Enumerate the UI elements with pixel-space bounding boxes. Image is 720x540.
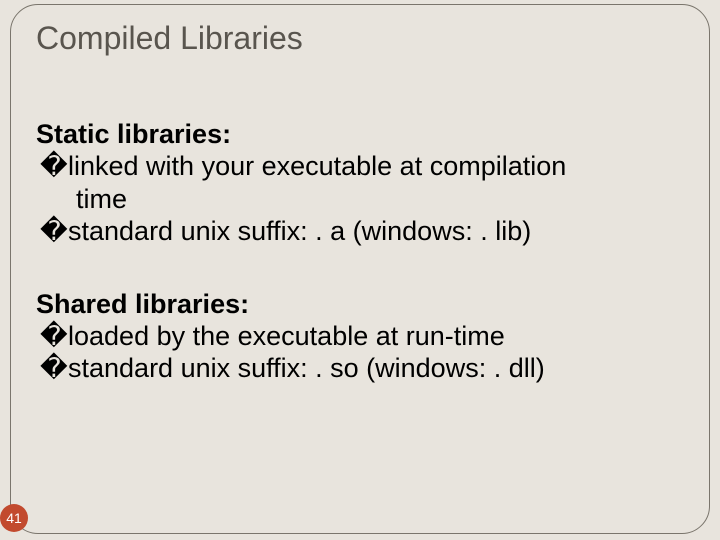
- bullet-item-cont: time: [36, 183, 680, 215]
- spacer: [36, 248, 680, 288]
- bullet-item: �standard unix suffix: . so (windows: . …: [36, 352, 680, 384]
- bullet-item: �linked with your executable at compilat…: [36, 150, 680, 182]
- bullet-text: standard unix suffix: . so (windows: . d…: [68, 353, 545, 383]
- slide-body: Static libraries: �linked with your exec…: [36, 118, 680, 385]
- bullet-glyph-icon: �: [54, 215, 68, 247]
- bullet-item: �loaded by the executable at run-time: [36, 320, 680, 352]
- bullet-text: standard unix suffix: . a (windows: . li…: [68, 216, 531, 246]
- bullet-glyph-icon: �: [54, 150, 68, 182]
- bullet-text-cont: time: [76, 184, 127, 214]
- section-heading-shared: Shared libraries:: [36, 288, 680, 320]
- bullet-glyph-icon: �: [54, 352, 68, 384]
- bullet-text: linked with your executable at compilati…: [68, 151, 566, 181]
- bullet-text: loaded by the executable at run-time: [68, 321, 505, 351]
- bullet-item: �standard unix suffix: . a (windows: . l…: [36, 215, 680, 247]
- section-heading-static: Static libraries:: [36, 118, 680, 150]
- page-number-badge: 41: [0, 504, 28, 532]
- bullet-glyph-icon: �: [54, 320, 68, 352]
- slide-title: Compiled Libraries: [36, 20, 303, 57]
